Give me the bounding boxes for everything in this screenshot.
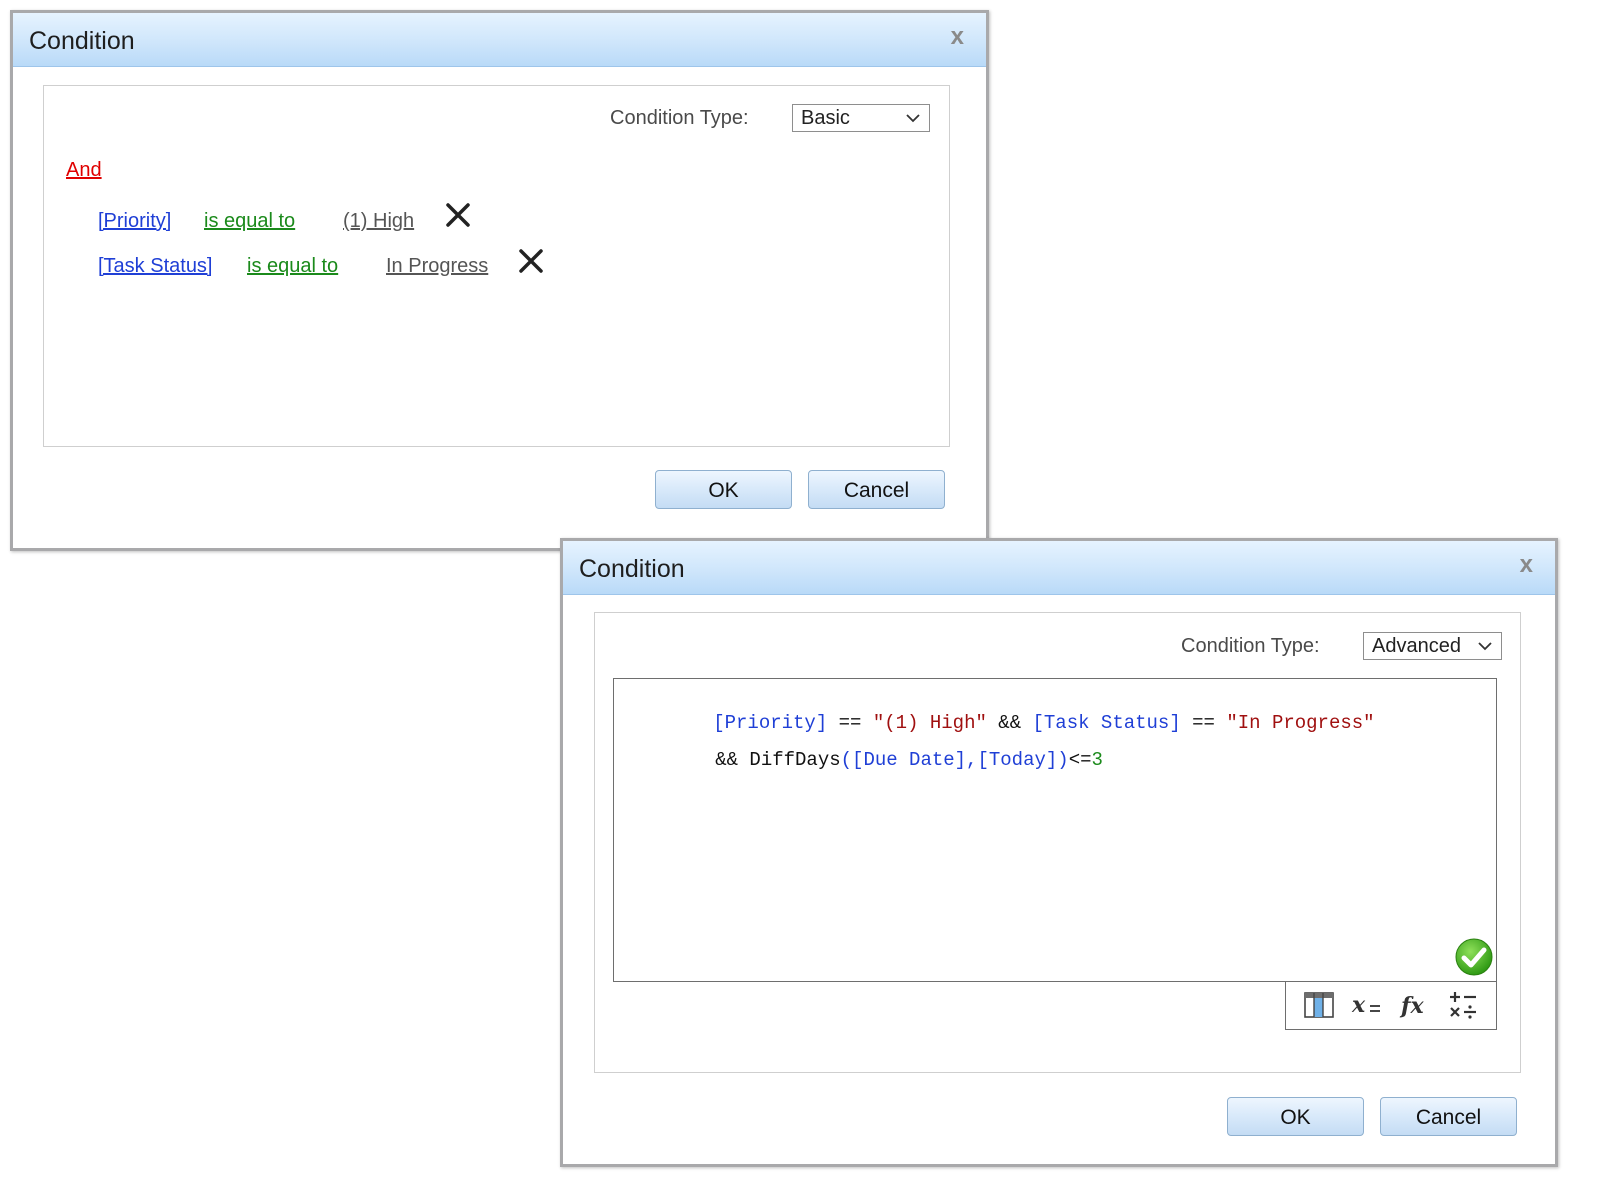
- expression-token: && DiffDays: [715, 749, 841, 771]
- chevron-down-icon: [1478, 642, 1492, 651]
- insert-variable-icon[interactable]: x: [1350, 988, 1384, 1022]
- cancel-button[interactable]: Cancel: [1380, 1097, 1517, 1136]
- delete-icon[interactable]: [445, 202, 471, 228]
- expression-token: <=: [1068, 749, 1092, 771]
- dialog-title: Condition: [579, 555, 685, 583]
- condition-type-value: Advanced: [1372, 635, 1461, 657]
- insert-column-icon[interactable]: [1302, 988, 1336, 1022]
- condition-type-select[interactable]: Advanced: [1363, 632, 1502, 660]
- expression-token: ==: [1180, 712, 1227, 734]
- logic-operator-link[interactable]: And: [66, 159, 102, 182]
- valid-check-icon: [1455, 938, 1493, 976]
- close-icon[interactable]: x: [951, 23, 964, 51]
- ok-button[interactable]: OK: [655, 470, 792, 509]
- expression-line: && DiffDays([Due Date],[Today])<=3: [624, 727, 1103, 793]
- rule-value-link[interactable]: In Progress: [386, 255, 488, 278]
- rule-operator-link[interactable]: is equal to: [247, 255, 338, 278]
- condition-type-select[interactable]: Basic: [792, 104, 930, 132]
- chevron-down-icon: [906, 114, 920, 123]
- svg-text:x: x: [1351, 992, 1366, 1018]
- delete-icon[interactable]: [518, 248, 544, 274]
- insert-operator-icon[interactable]: [1446, 988, 1480, 1022]
- ok-button[interactable]: OK: [1227, 1097, 1364, 1136]
- condition-type-label: Condition Type:: [610, 107, 749, 129]
- expression-editor[interactable]: [Priority] == "(1) High" && [Task Status…: [613, 678, 1497, 982]
- condition-panel: Condition Type: Advanced [Priority] == "…: [594, 612, 1521, 1073]
- condition-type-label: Condition Type:: [1181, 635, 1320, 657]
- condition-dialog-advanced: Condition x Condition Type: Advanced [Pr…: [560, 538, 1558, 1167]
- insert-function-icon[interactable]: fx: [1398, 988, 1432, 1022]
- svg-text:fx: fx: [1399, 993, 1424, 1019]
- expression-token: 3: [1091, 749, 1103, 771]
- condition-type-value: Basic: [801, 107, 850, 129]
- rule-field-link[interactable]: [Task Status]: [98, 255, 213, 278]
- expression-toolbar: x fx: [1285, 982, 1497, 1030]
- rule-field-link[interactable]: [Priority]: [98, 210, 171, 233]
- expression-token: "In Progress": [1226, 712, 1375, 734]
- condition-panel: Condition Type: Basic And [Priority] is …: [43, 85, 950, 447]
- dialog-titlebar[interactable]: Condition x: [563, 541, 1555, 595]
- rule-operator-link[interactable]: is equal to: [204, 210, 295, 233]
- close-icon[interactable]: x: [1520, 551, 1533, 579]
- rule-value-link[interactable]: (1) High: [343, 210, 414, 233]
- condition-dialog-basic: Condition x Condition Type: Basic And [P…: [10, 10, 989, 551]
- cancel-button[interactable]: Cancel: [808, 470, 945, 509]
- expression-token: ([Due Date],[Today]): [840, 749, 1069, 771]
- dialog-titlebar[interactable]: Condition x: [13, 13, 986, 67]
- dialog-title: Condition: [29, 27, 135, 55]
